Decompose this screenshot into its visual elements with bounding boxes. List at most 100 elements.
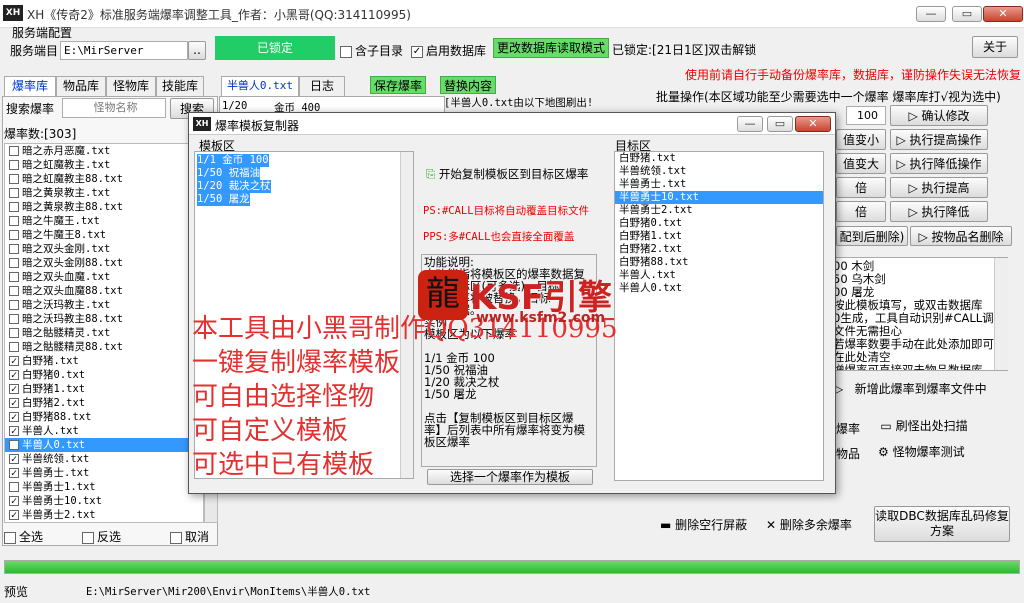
target-list-item[interactable]: 半兽勇士.txt bbox=[615, 178, 823, 191]
value-bigger-button[interactable]: 值变大 bbox=[836, 153, 886, 174]
target-list-item[interactable]: 半兽统领.txt bbox=[615, 165, 823, 178]
rate-item-checkbox[interactable] bbox=[9, 482, 19, 492]
dbc-fix-button[interactable]: 读取DBC数据库乱码修复方案 bbox=[874, 506, 1010, 542]
rate-list-item[interactable]: ✓ 白野猪.txt bbox=[5, 354, 203, 368]
target-list[interactable]: 白野猪.txt 半兽统领.txt 半兽勇士.txt 半兽勇士10.txt 半兽勇士2.t… bbox=[614, 151, 824, 481]
delete-after-button[interactable]: 配到后删除) bbox=[836, 226, 908, 246]
target-list-item[interactable]: 半兽勇士2.txt bbox=[615, 204, 823, 217]
monster-search-input[interactable]: 怪物名称 bbox=[62, 98, 166, 118]
rate-item-checkbox[interactable]: ✓ bbox=[9, 398, 19, 409]
rate-item-checkbox[interactable]: ✓ bbox=[9, 496, 19, 507]
tab-file[interactable]: 半兽人0.txt bbox=[221, 76, 299, 96]
rate-item-checkbox[interactable] bbox=[9, 146, 19, 156]
tab-log[interactable]: 日志 bbox=[299, 76, 345, 96]
rate-list-item[interactable]: 暗之双头血魔.txt bbox=[5, 270, 203, 284]
rate-list-item[interactable]: 半兽勇士1.txt bbox=[5, 480, 203, 494]
save-rate-button[interactable]: 保存爆率 bbox=[370, 76, 426, 94]
subdir-checkbox[interactable]: 含子目录 bbox=[340, 42, 403, 59]
rate-list-item[interactable]: 暗之双头金刚.txt bbox=[5, 242, 203, 256]
rate-item-checkbox[interactable] bbox=[9, 188, 19, 198]
locked-button[interactable]: 已锁定 bbox=[215, 36, 335, 60]
item-button[interactable]: 物品 bbox=[836, 445, 860, 462]
tab-item-lib[interactable]: 物品库 bbox=[56, 76, 106, 96]
rate-list-item[interactable]: ✓ 白野猪88.txt bbox=[5, 410, 203, 424]
rate-list-item[interactable]: 暗之沃玛教主.txt bbox=[5, 298, 203, 312]
rate-item-checkbox[interactable] bbox=[9, 230, 19, 240]
select-all-checkbox[interactable]: 全选 bbox=[4, 528, 43, 545]
multiply-raise-input[interactable]: 倍 bbox=[836, 177, 886, 198]
tab-rate-lib[interactable]: 爆率库 bbox=[4, 76, 56, 96]
use-db-checkbox[interactable]: ✓ 启用数据库 bbox=[411, 42, 486, 59]
rate-item-checkbox[interactable] bbox=[9, 244, 19, 254]
rate-item-checkbox[interactable] bbox=[9, 342, 19, 352]
rate-item-checkbox[interactable] bbox=[9, 286, 19, 296]
start-copy-button[interactable]: ⎘ 开始复制模板区到目标区爆率 bbox=[422, 161, 598, 191]
template-textarea[interactable]: 00 木剑 50 乌木剑 00 屠龙 按此模板填写，或双击数据库 0生成，工具自动识别#… bbox=[828, 257, 1008, 371]
rate-item-checkbox[interactable] bbox=[9, 314, 19, 324]
rate-item-checkbox[interactable] bbox=[9, 300, 19, 310]
multiply-lower-input[interactable]: 倍 bbox=[836, 201, 886, 222]
about-button[interactable]: 关于 bbox=[972, 36, 1018, 58]
execute-lower-button[interactable]: ▷ 执行降低 bbox=[890, 201, 988, 222]
rate-list-item[interactable]: 暗之虹魔教主88.txt bbox=[5, 172, 203, 186]
target-list-item[interactable]: 半兽人0.txt bbox=[615, 282, 823, 295]
rate-item-checkbox[interactable] bbox=[9, 258, 19, 268]
rate-item-checkbox[interactable]: ✓ bbox=[9, 468, 19, 479]
rate-list-item[interactable]: 暗之骷髅精灵.txt bbox=[5, 326, 203, 340]
target-list-item[interactable]: 半兽勇士10.txt bbox=[615, 191, 823, 204]
rate-list-item[interactable]: 暗之牛魔王.txt bbox=[5, 214, 203, 228]
server-path-input[interactable]: E:\MirServer bbox=[60, 41, 188, 60]
add-new-rate-button[interactable]: ▷ 新增此爆率到爆率文件中 bbox=[834, 380, 987, 397]
rate-list-item[interactable]: ✓ 半兽人.txt bbox=[5, 424, 203, 438]
replace-content-button[interactable]: 替换内容 bbox=[440, 76, 496, 94]
rate-list-item[interactable]: ✓ 白野猪2.txt bbox=[5, 396, 203, 410]
rate-list-item[interactable]: ✓ 半兽勇士.txt bbox=[5, 466, 203, 480]
target-list-item[interactable]: 白野猪0.txt bbox=[615, 217, 823, 230]
monster-test-button[interactable]: ⚙ 怪物爆率测试 bbox=[878, 443, 965, 460]
rate-item-checkbox[interactable] bbox=[9, 328, 19, 338]
rate-list-item[interactable]: 暗之沃玛教主88.txt bbox=[5, 312, 203, 326]
rate-list-item[interactable]: 暗之虹魔教主.txt bbox=[5, 158, 203, 172]
rate-item-checkbox[interactable] bbox=[9, 216, 19, 226]
raise-button[interactable]: ▷ 执行提高操作 bbox=[890, 129, 988, 150]
delete-blank-button[interactable]: ▬ 删除空行屏蔽 bbox=[660, 516, 747, 533]
rate-list-item[interactable]: 暗之双头金刚88.txt bbox=[5, 256, 203, 270]
tab-monster-lib[interactable]: 怪物库 bbox=[106, 76, 156, 96]
rate-item-checkbox[interactable]: ✓ bbox=[9, 370, 19, 381]
rate-item-checkbox[interactable]: ✓ bbox=[9, 454, 19, 465]
change-db-mode-button[interactable]: 更改数据库读取模式 bbox=[493, 38, 609, 58]
rate-list-item[interactable]: ✓ 半兽勇士10.txt bbox=[5, 494, 203, 508]
target-list-item[interactable]: 白野猪2.txt bbox=[615, 243, 823, 256]
rate-list-item[interactable]: 暗之牛魔王8.txt bbox=[5, 228, 203, 242]
lower-button[interactable]: ▷ 执行降低操作 bbox=[890, 153, 988, 174]
rate-item-checkbox[interactable]: ✓ bbox=[9, 384, 19, 395]
rate-item-checkbox[interactable]: ✓ bbox=[9, 510, 19, 521]
rate-list-item[interactable]: ✓ 白野猪0.txt bbox=[5, 368, 203, 382]
maximize-button[interactable]: ▭ bbox=[952, 6, 982, 22]
rate-item-checkbox[interactable] bbox=[9, 202, 19, 212]
rate-list-item[interactable]: ✓ 半兽统领.txt bbox=[5, 452, 203, 466]
target-list-item[interactable]: 白野猪.txt bbox=[615, 152, 823, 165]
execute-raise-button[interactable]: ▷ 执行提高 bbox=[890, 177, 988, 198]
tab-skill-lib[interactable]: 技能库 bbox=[156, 76, 204, 96]
rate-item-checkbox[interactable] bbox=[9, 174, 19, 184]
target-list-item[interactable]: 白野猪1.txt bbox=[615, 230, 823, 243]
confirm-modify-button[interactable]: ▷ 确认修改 bbox=[890, 105, 988, 126]
rate-item-checkbox[interactable]: ✓ bbox=[9, 426, 19, 437]
rate-list-item[interactable]: 暗之骷髅精灵88.txt bbox=[5, 340, 203, 354]
delete-extra-button[interactable]: ✕ 删除多余爆率 bbox=[766, 516, 852, 533]
dialog-minimize-button[interactable]: — bbox=[737, 116, 763, 132]
delete-by-name-button[interactable]: ▷ 按物品名删除 bbox=[910, 226, 1012, 246]
target-list-item[interactable]: 白野猪88.txt bbox=[615, 256, 823, 269]
browse-button[interactable]: .. bbox=[188, 41, 206, 60]
target-list-item[interactable]: 半兽人.txt bbox=[615, 269, 823, 282]
rate-list-item[interactable]: 暗之黄泉教主.txt bbox=[5, 186, 203, 200]
batch-value-input[interactable]: 100 bbox=[846, 106, 886, 125]
dialog-close-button[interactable]: ✕ bbox=[795, 116, 831, 132]
rate-list[interactable]: 暗之赤月恶魔.txt 暗之虹魔教主.txt 暗之虹魔教主88.txt 暗之黄泉教主.t… bbox=[4, 143, 204, 523]
rate-list-item[interactable]: ✓ 半兽人0.txt bbox=[5, 438, 203, 452]
rate-list-item[interactable]: ✓ 白野猪1.txt bbox=[5, 382, 203, 396]
rate-list-item[interactable]: 暗之双头血魔88.txt bbox=[5, 284, 203, 298]
value-smaller-button[interactable]: 值变小 bbox=[836, 129, 886, 150]
cancel-checkbox[interactable]: 取消 bbox=[170, 528, 209, 545]
